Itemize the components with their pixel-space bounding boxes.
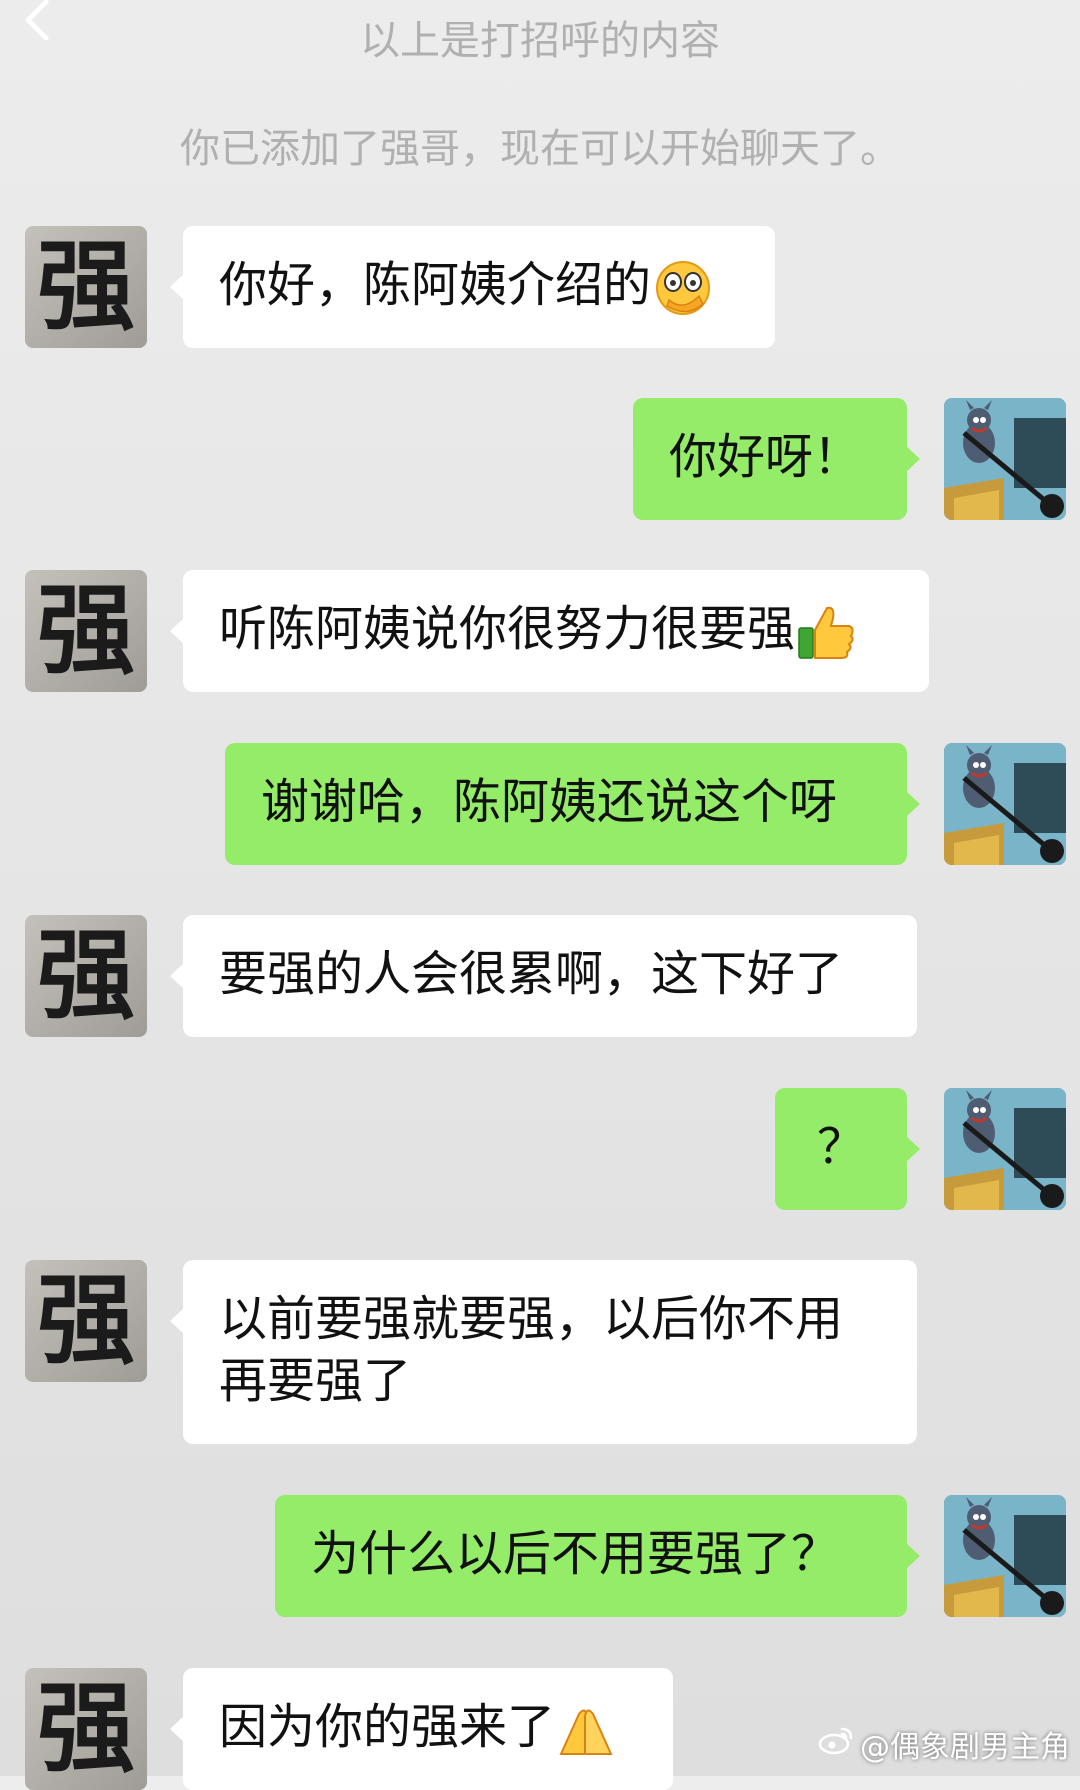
system-message-greeting: 以上是打招呼的内容 bbox=[360, 18, 720, 64]
message-bubble-outgoing[interactable]: ？ bbox=[775, 1088, 920, 1210]
message-bubble-incoming[interactable]: 因为你的强来了 bbox=[170, 1668, 673, 1790]
message-text: 以前要强就要强，以后你不用再要强了 bbox=[219, 1291, 844, 1409]
watermark-text: @偶象剧男主角 bbox=[860, 1730, 1070, 1765]
folded-hands-emoji bbox=[557, 1704, 615, 1756]
my-avatar[interactable] bbox=[944, 1088, 1066, 1210]
watermark: @偶象剧男主角 bbox=[818, 1722, 1070, 1766]
message-bubble-incoming[interactable]: 听陈阿姨说你很努力很要强 bbox=[170, 570, 929, 692]
my-avatar[interactable] bbox=[944, 743, 1066, 865]
contact-avatar[interactable]: 强 bbox=[25, 1260, 147, 1382]
my-avatar[interactable] bbox=[944, 1495, 1066, 1617]
message-text: 为什么以后不用要强了？ bbox=[311, 1526, 840, 1582]
face-hand-over-mouth-emoji bbox=[653, 260, 713, 316]
tom-cat-icon bbox=[944, 1088, 1066, 1210]
thumbs-up-emoji bbox=[797, 604, 855, 660]
contact-avatar[interactable]: 强 bbox=[25, 570, 147, 692]
contact-avatar[interactable]: 强 bbox=[25, 226, 147, 348]
message-bubble-outgoing[interactable]: 为什么以后不用要强了？ bbox=[275, 1495, 920, 1617]
avatar-char: 强 bbox=[36, 1263, 135, 1378]
message-text: 因为你的强来了 bbox=[219, 1699, 556, 1755]
message-bubble-outgoing[interactable]: 你好呀！ bbox=[633, 398, 920, 520]
message-text: 听陈阿姨说你很努力很要强 bbox=[219, 601, 796, 657]
tom-cat-icon bbox=[944, 743, 1066, 865]
tom-cat-icon bbox=[944, 398, 1066, 520]
contact-avatar[interactable]: 强 bbox=[25, 1668, 147, 1790]
contact-avatar[interactable]: 强 bbox=[25, 915, 147, 1037]
avatar-char: 强 bbox=[36, 573, 135, 688]
message-text: ？ bbox=[816, 1119, 865, 1175]
system-message-added: 你已添加了强哥，现在可以开始聊天了。 bbox=[180, 126, 900, 172]
message-bubble-incoming[interactable]: 你好，陈阿姨介绍的 bbox=[170, 226, 775, 348]
avatar-char: 强 bbox=[36, 229, 135, 344]
avatar-char: 强 bbox=[36, 1671, 135, 1786]
message-text: 谢谢哈，陈阿姨还说这个呀 bbox=[261, 774, 838, 830]
message-text: 你好，陈阿姨介绍的 bbox=[219, 257, 652, 313]
chat-screen: 以上是打招呼的内容 你已添加了强哥，现在可以开始聊天了。 强 你好，陈阿姨介绍的… bbox=[0, 0, 1080, 1790]
message-bubble-outgoing[interactable]: 谢谢哈，陈阿姨还说这个呀 bbox=[225, 743, 920, 865]
message-bubble-incoming[interactable]: 要强的人会很累啊，这下好了 bbox=[170, 915, 917, 1037]
message-bubble-incoming[interactable]: 以前要强就要强，以后你不用再要强了 bbox=[170, 1260, 917, 1444]
my-avatar[interactable] bbox=[944, 398, 1066, 520]
message-text: 要强的人会很累啊，这下好了 bbox=[219, 946, 844, 1002]
avatar-char: 强 bbox=[36, 918, 135, 1033]
weibo-icon bbox=[818, 1725, 854, 1763]
tom-cat-icon bbox=[944, 1495, 1066, 1617]
message-text: 你好呀！ bbox=[669, 429, 862, 485]
